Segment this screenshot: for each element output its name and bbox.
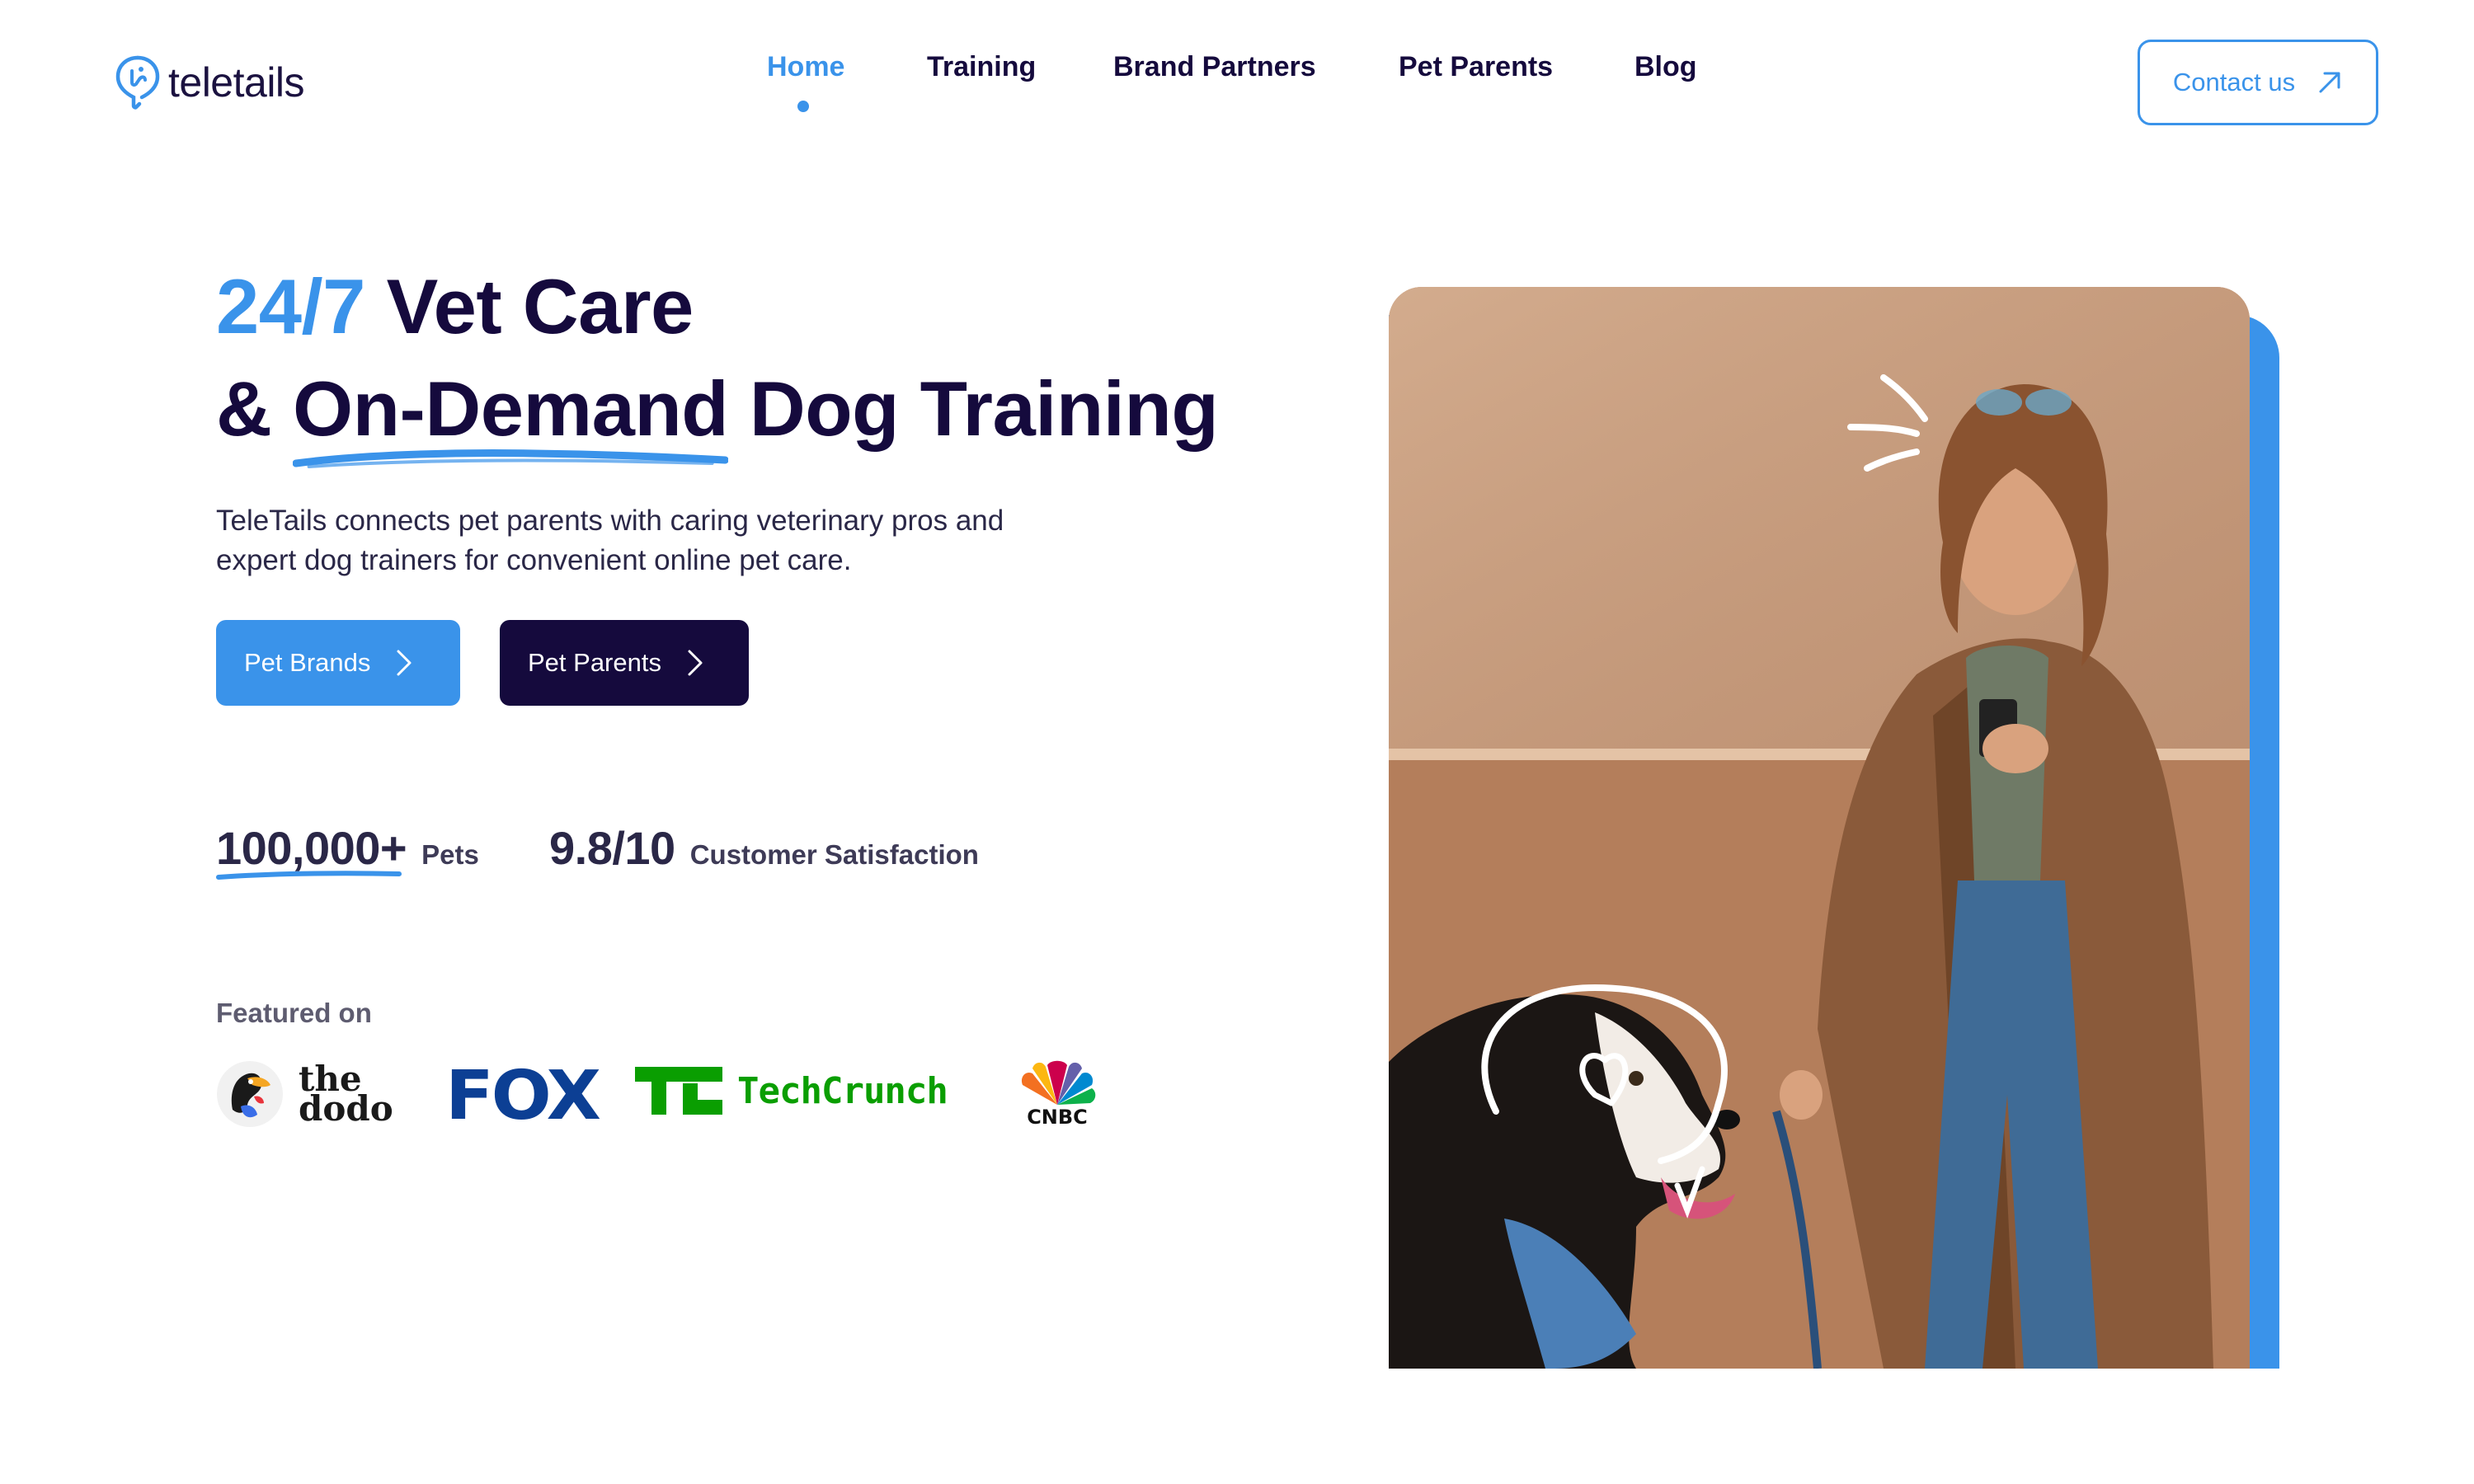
main-nav: Home Training Brand Partners Pet Parents…	[0, 51, 2474, 117]
hero-description: TeleTails connects pet parents with cari…	[216, 505, 1004, 576]
headline-accent: 24/7	[216, 263, 365, 350]
cnbc-logo[interactable]: CNBC	[1014, 1060, 1100, 1128]
dodo-line2: dodo	[299, 1088, 393, 1129]
contact-us-button[interactable]: Contact us	[2138, 40, 2378, 125]
hero-photo-woman-with-dog	[1389, 287, 2250, 1369]
nav-home[interactable]: Home	[767, 51, 844, 83]
cnbc-wordmark: CNBC	[1027, 1106, 1088, 1129]
fox-logo[interactable]: FOX	[445, 1057, 601, 1135]
chevron-right-icon	[688, 650, 703, 676]
headline-vet-care: Vet Care	[365, 263, 694, 350]
nav-training[interactable]: Training	[927, 51, 1036, 83]
arrow-up-right-icon	[2319, 72, 2340, 93]
nav-pet-parents[interactable]: Pet Parents	[1399, 51, 1553, 83]
peacock-icon	[1021, 1060, 1096, 1105]
brush-underline	[293, 449, 729, 468]
headline-dog-training: Dog Training	[728, 365, 1219, 452]
nav-blog[interactable]: Blog	[1634, 51, 1697, 83]
headline-on-demand-wrap: On-Demand	[293, 364, 729, 468]
dodo-wordmark: the dodo	[299, 1062, 393, 1129]
hero-illustration	[1389, 287, 2250, 1369]
techcrunch-wordmark: TechCrunch	[737, 1069, 948, 1112]
stat-label: Pets	[421, 839, 479, 870]
contact-us-label: Contact us	[2172, 68, 2296, 96]
stat-value: 9.8/10	[549, 822, 675, 874]
featured-on-label: Featured on	[216, 998, 372, 1028]
active-nav-indicator	[797, 101, 809, 112]
pet-parents-button[interactable]: Pet Parents	[500, 620, 749, 706]
headline-on-demand: On-Demand	[293, 365, 729, 452]
page: teletails Home Training Brand Partners P…	[0, 0, 2474, 1484]
chevron-right-icon	[397, 650, 412, 676]
hero-headline-line2: & On-Demand Dog Training	[216, 364, 1219, 468]
headline-ampersand: &	[216, 365, 293, 452]
the-dodo-logo[interactable]: the dodo	[216, 1060, 393, 1128]
pet-brands-label: Pet Brands	[244, 648, 371, 677]
stat-satisfaction: 9.8/10 Customer Satisfaction	[549, 821, 979, 875]
stat-brush-underline	[216, 871, 402, 880]
techcrunch-logo[interactable]: TechCrunch	[635, 1067, 948, 1115]
pet-brands-button[interactable]: Pet Brands	[216, 620, 460, 706]
stat-label: Customer Satisfaction	[689, 839, 979, 870]
pet-parents-label: Pet Parents	[528, 648, 661, 677]
nav-brand-partners[interactable]: Brand Partners	[1113, 51, 1316, 83]
hero-headline-line1: 24/7 Vet Care	[216, 262, 694, 351]
dodo-bird-icon	[217, 1061, 283, 1127]
techcrunch-tc-icon	[635, 1067, 722, 1115]
